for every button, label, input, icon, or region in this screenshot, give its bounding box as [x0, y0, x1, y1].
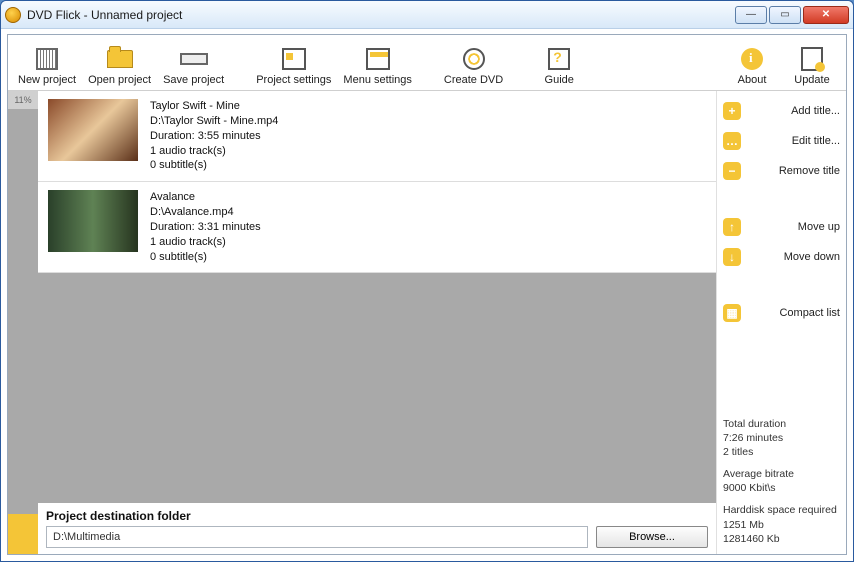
ellipsis-icon: … [723, 132, 741, 150]
move-up-button[interactable]: ↑Move up [723, 215, 840, 239]
stats-total-titles: 2 titles [723, 445, 840, 459]
open-project-button[interactable]: Open project [82, 44, 157, 88]
info-icon [741, 48, 763, 70]
plus-icon: + [723, 102, 741, 120]
remove-title-button[interactable]: −Remove title [723, 159, 840, 183]
title-item[interactable]: Avalance D:\Avalance.mp4 Duration: 3:31 … [38, 182, 716, 273]
title-subtitles: 0 subtitle(s) [150, 158, 278, 173]
stats-block: Total duration 7:26 minutes 2 titles Ave… [723, 409, 840, 546]
update-label: Update [794, 74, 829, 86]
titlebar[interactable]: DVD Flick - Unnamed project — ▭ ✕ [1, 1, 853, 29]
capacity-bar: 11% [8, 91, 38, 554]
edit-title-button[interactable]: …Edit title... [723, 129, 840, 153]
browse-button[interactable]: Browse... [596, 526, 708, 548]
update-icon [801, 47, 823, 71]
destination-label: Project destination folder [46, 509, 708, 523]
title-path: D:\Taylor Swift - Mine.mp4 [150, 114, 278, 129]
save-project-button[interactable]: Save project [157, 44, 230, 88]
stats-bitrate-header: Average bitrate [723, 467, 840, 481]
title-item[interactable]: Taylor Swift - Mine D:\Taylor Swift - Mi… [38, 91, 716, 182]
filmstrip-icon [36, 48, 58, 70]
title-list[interactable]: Taylor Swift - Mine D:\Taylor Swift - Mi… [38, 91, 716, 503]
new-project-button[interactable]: New project [12, 44, 82, 88]
settings-panel-icon [282, 48, 306, 70]
arrow-up-icon: ↑ [723, 218, 741, 236]
window-title: DVD Flick - Unnamed project [27, 8, 735, 22]
open-project-label: Open project [88, 74, 151, 86]
close-button[interactable]: ✕ [803, 6, 849, 24]
title-path: D:\Avalance.mp4 [150, 205, 261, 220]
destination-input[interactable] [46, 526, 588, 548]
app-icon [5, 7, 21, 23]
capacity-percent: 11% [8, 91, 38, 109]
drive-icon [180, 53, 208, 65]
title-duration: Duration: 3:55 minutes [150, 129, 278, 144]
project-settings-label: Project settings [256, 74, 331, 86]
update-button[interactable]: Update [782, 44, 842, 88]
about-label: About [738, 74, 767, 86]
about-button[interactable]: About [722, 44, 782, 88]
minus-icon: − [723, 162, 741, 180]
arrow-down-icon: ↓ [723, 248, 741, 266]
menu-settings-button[interactable]: Menu settings [337, 44, 417, 88]
title-name: Taylor Swift - Mine [150, 99, 278, 114]
disc-icon [463, 48, 485, 70]
title-name: Avalance [150, 190, 261, 205]
guide-label: Guide [545, 74, 574, 86]
create-dvd-label: Create DVD [444, 74, 503, 86]
menu-settings-label: Menu settings [343, 74, 411, 86]
stats-disk-header: Harddisk space required [723, 503, 840, 517]
title-thumbnail [48, 190, 138, 252]
list-icon: ▦ [723, 304, 741, 322]
toolbar: New project Open project Save project Pr… [8, 35, 846, 91]
stats-total-minutes: 7:26 minutes [723, 431, 840, 445]
add-title-button[interactable]: +Add title... [723, 99, 840, 123]
move-down-button[interactable]: ↓Move down [723, 245, 840, 269]
stats-disk-mb: 1251 Mb [723, 518, 840, 532]
app-window: DVD Flick - Unnamed project — ▭ ✕ New pr… [0, 0, 854, 562]
folder-icon [107, 50, 133, 68]
side-panel: +Add title... …Edit title... −Remove tit… [716, 91, 846, 554]
title-audio: 1 audio track(s) [150, 144, 278, 159]
maximize-button[interactable]: ▭ [769, 6, 801, 24]
new-project-label: New project [18, 74, 76, 86]
help-icon [548, 48, 570, 70]
capacity-marker [8, 514, 38, 554]
title-audio: 1 audio track(s) [150, 235, 261, 250]
stats-bitrate-value: 9000 Kbit\s [723, 481, 840, 495]
compact-list-button[interactable]: ▦Compact list [723, 301, 840, 325]
minimize-button[interactable]: — [735, 6, 767, 24]
stats-total-header: Total duration [723, 417, 840, 431]
guide-button[interactable]: Guide [529, 44, 589, 88]
title-duration: Duration: 3:31 minutes [150, 220, 261, 235]
create-dvd-button[interactable]: Create DVD [438, 44, 509, 88]
menu-panel-icon [366, 48, 390, 70]
save-project-label: Save project [163, 74, 224, 86]
title-thumbnail [48, 99, 138, 161]
stats-disk-kb: 1281460 Kb [723, 532, 840, 546]
project-settings-button[interactable]: Project settings [250, 44, 337, 88]
title-subtitles: 0 subtitle(s) [150, 250, 261, 265]
